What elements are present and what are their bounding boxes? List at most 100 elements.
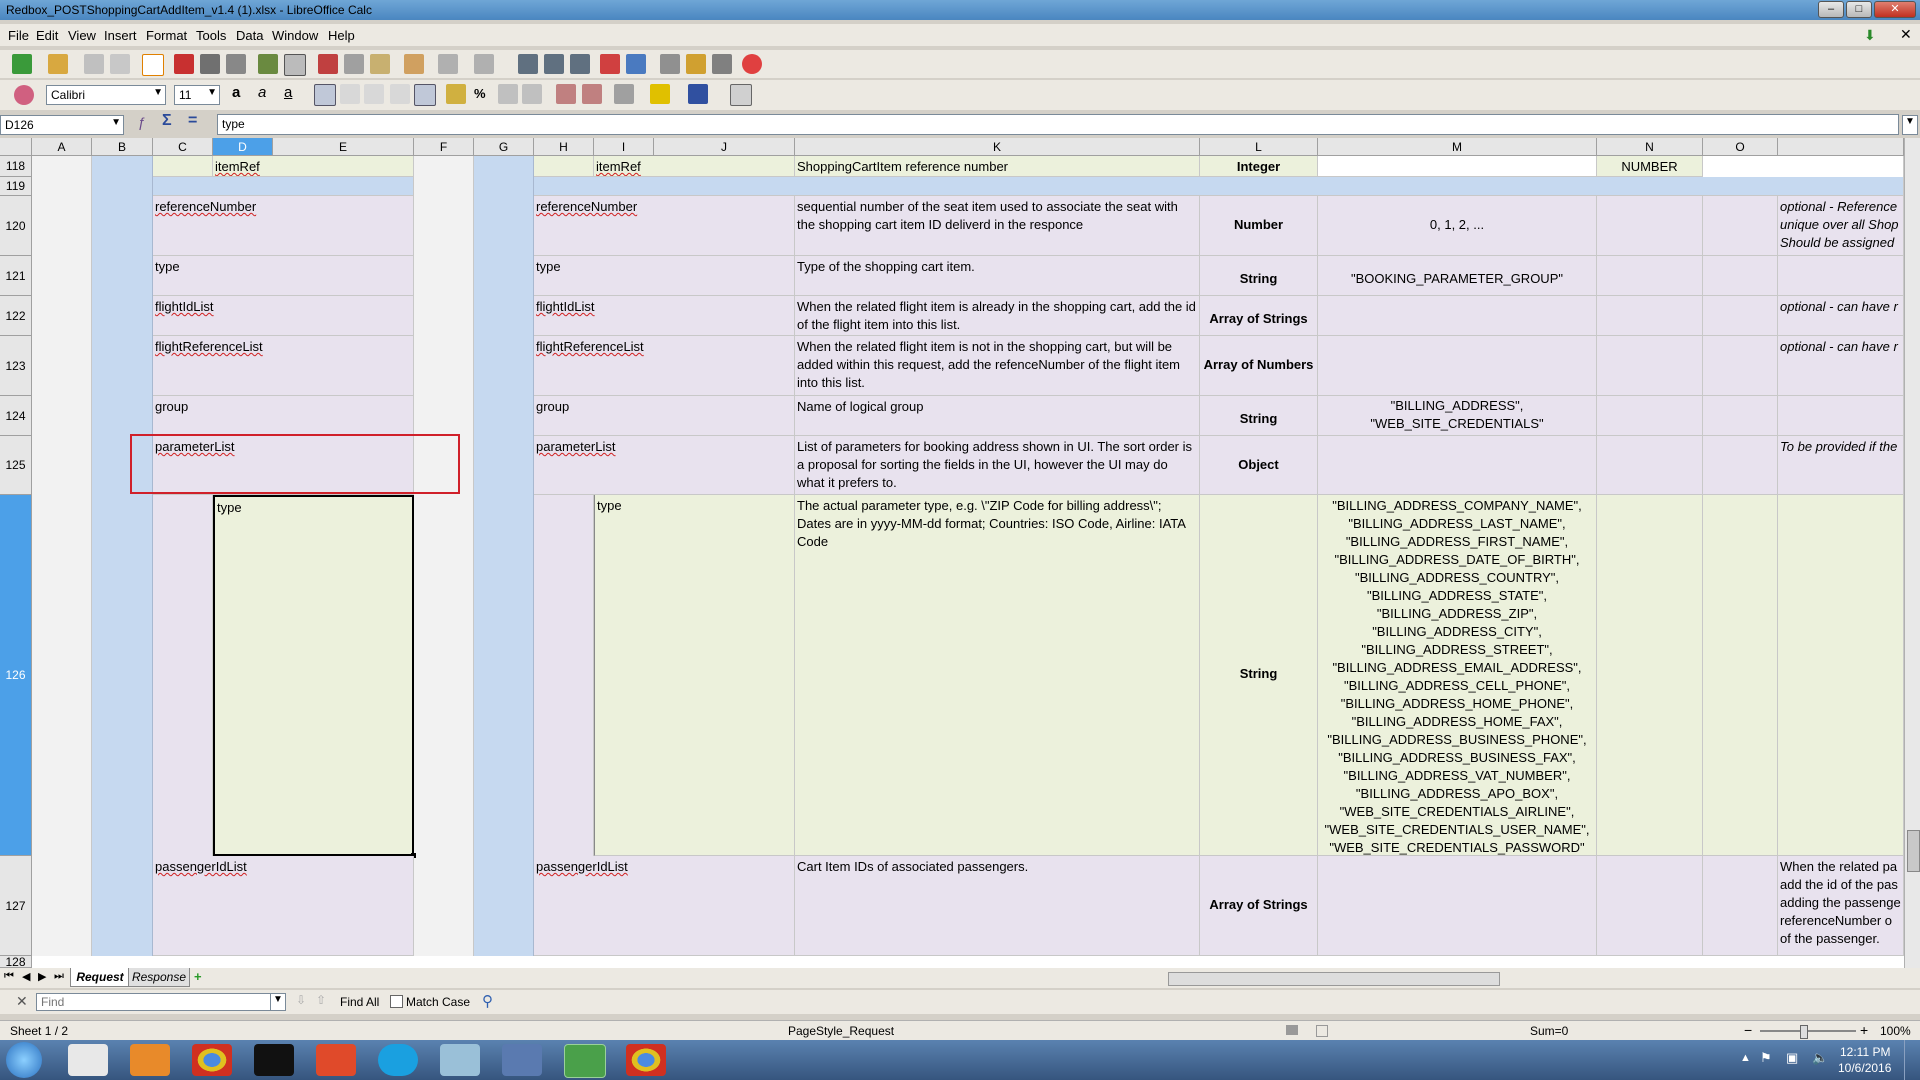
cell-k122[interactable]: When the related flight item is already … <box>795 296 1200 336</box>
cell-o124[interactable] <box>1703 396 1778 436</box>
cell-l125[interactable]: Object <box>1200 436 1318 495</box>
column-header-m[interactable]: M <box>1318 138 1597 156</box>
add-sheet-icon[interactable]: + <box>194 969 202 984</box>
sort-ascending-icon[interactable] <box>544 54 564 74</box>
pivot-table-icon[interactable] <box>626 54 646 74</box>
cell-n127[interactable] <box>1597 856 1703 956</box>
cell-n122[interactable] <box>1597 296 1703 336</box>
cell-h123[interactable]: flightReferenceList <box>534 336 795 396</box>
cut-icon[interactable] <box>318 54 338 74</box>
email-icon[interactable] <box>110 54 130 74</box>
row-header-121[interactable]: 121 <box>0 256 32 296</box>
virtualbox-icon[interactable] <box>502 1044 542 1076</box>
italic-icon[interactable]: a <box>258 84 266 101</box>
column-header-p[interactable] <box>1778 138 1904 156</box>
cell-l127[interactable]: Array of Strings <box>1200 856 1318 956</box>
media-player-icon[interactable] <box>130 1044 170 1076</box>
cell-o122[interactable] <box>1703 296 1778 336</box>
cell-c127[interactable]: passengerIdList <box>153 856 414 956</box>
column-header-n[interactable]: N <box>1597 138 1703 156</box>
cell-m120[interactable]: 0, 1, 2, ... <box>1318 196 1597 256</box>
column-header-g[interactable]: G <box>474 138 534 156</box>
function-wizard-icon[interactable]: ƒ <box>138 114 146 130</box>
menu-view[interactable]: View <box>68 28 96 43</box>
cell-k124[interactable]: Name of logical group <box>795 396 1200 436</box>
edit-file-icon[interactable] <box>142 54 164 76</box>
cell-l118[interactable]: Integer <box>1200 156 1318 177</box>
number-format-icon[interactable] <box>498 84 518 104</box>
formula-icon[interactable]: = <box>188 112 197 130</box>
cell-l126[interactable]: String <box>1200 495 1318 856</box>
cell-k123[interactable]: When the related flight item is not in t… <box>795 336 1200 396</box>
cell-c125[interactable]: parameterList <box>153 436 414 495</box>
vertical-scrollbar[interactable] <box>1904 138 1920 968</box>
cell-i126[interactable]: type <box>594 495 795 856</box>
apps-grid-icon[interactable] <box>68 1044 108 1076</box>
copy-icon[interactable] <box>344 54 364 74</box>
cell-m122[interactable] <box>1318 296 1597 336</box>
clone-format-icon[interactable] <box>404 54 424 74</box>
cell-d126-selected[interactable]: type <box>213 495 414 856</box>
cell-m126[interactable]: "BILLING_ADDRESS_COMPANY_NAME", "BILLING… <box>1318 495 1597 856</box>
decrease-indent-icon[interactable] <box>556 84 576 104</box>
cell-p126[interactable] <box>1778 495 1904 856</box>
clock-time[interactable]: 12:11 PM <box>1840 1045 1890 1059</box>
cell-d118[interactable]: itemRef <box>213 156 414 177</box>
cell-c121[interactable]: type <box>153 256 414 296</box>
column-header-f[interactable]: F <box>414 138 474 156</box>
menu-file[interactable]: File <box>8 28 29 43</box>
hyperlink-icon[interactable] <box>518 54 538 74</box>
cell-p125[interactable]: To be provided if the <box>1778 436 1904 495</box>
new-document-icon[interactable] <box>12 54 32 74</box>
cell-k127[interactable]: Cart Item IDs of associated passengers. <box>795 856 1200 956</box>
show-desktop-button[interactable] <box>1904 1040 1920 1080</box>
spreadsheet-grid[interactable]: A B C D E F G H I J K L M N O 118 119 12… <box>0 138 1904 968</box>
cell-k125[interactable]: List of parameters for booking address s… <box>795 436 1200 495</box>
menu-data[interactable]: Data <box>236 28 263 43</box>
find-next-icon[interactable]: ⇩ <box>296 993 306 1007</box>
cell-c120[interactable]: referenceNumber <box>153 196 414 256</box>
git-icon[interactable] <box>316 1044 356 1076</box>
cell-o120[interactable] <box>1703 196 1778 256</box>
cell-h126[interactable] <box>534 495 594 856</box>
cell-p122[interactable]: optional - can have r <box>1778 296 1904 336</box>
borders-icon[interactable] <box>614 84 634 104</box>
cell-h122[interactable]: flightIdList <box>534 296 795 336</box>
formula-input[interactable]: type <box>217 114 1899 135</box>
cell-h127[interactable]: passengerIdList <box>534 856 795 956</box>
cell-n126[interactable] <box>1597 495 1703 856</box>
cell-c122[interactable]: flightIdList <box>153 296 414 336</box>
name-box[interactable]: D126 ▼ <box>0 115 124 135</box>
column-header-b[interactable]: B <box>92 138 153 156</box>
row-header-120[interactable]: 120 <box>0 196 32 256</box>
justify-icon[interactable] <box>390 84 410 104</box>
sort-descending-icon[interactable] <box>570 54 590 74</box>
cell-c126[interactable] <box>153 495 213 856</box>
tab-response[interactable]: Response <box>128 968 190 987</box>
column-header-i[interactable]: I <box>594 138 654 156</box>
print-icon[interactable] <box>200 54 220 74</box>
find-all-button[interactable]: Find All <box>340 995 379 1009</box>
volume-icon[interactable]: 🔈 <box>1812 1050 1828 1066</box>
selection-mode-icon[interactable] <box>1286 1025 1298 1035</box>
cell-l123[interactable]: Array of Numbers <box>1200 336 1318 396</box>
column-header-c[interactable]: C <box>153 138 213 156</box>
menu-help[interactable]: Help <box>328 28 355 43</box>
calc-icon[interactable] <box>564 1044 606 1078</box>
percent-icon[interactable]: % <box>474 86 486 101</box>
cell-o125[interactable] <box>1703 436 1778 495</box>
column-header-k[interactable]: K <box>795 138 1200 156</box>
redo-icon[interactable] <box>474 54 494 74</box>
cell-p127[interactable]: When the related pa add the id of the pa… <box>1778 856 1904 956</box>
open-folder-icon[interactable] <box>48 54 68 74</box>
last-sheet-icon[interactable]: ⏭ <box>54 970 64 983</box>
find-input[interactable] <box>36 993 274 1011</box>
navigator-icon[interactable] <box>686 54 706 74</box>
currency-icon[interactable] <box>446 84 466 104</box>
font-dropdown-icon[interactable]: ▼ <box>153 87 163 98</box>
column-header-l[interactable]: L <box>1200 138 1318 156</box>
cell-n124[interactable] <box>1597 396 1703 436</box>
align-left-icon[interactable] <box>314 84 336 106</box>
close-document-icon[interactable]: ✕ <box>1900 26 1912 43</box>
menu-edit[interactable]: Edit <box>36 28 58 43</box>
